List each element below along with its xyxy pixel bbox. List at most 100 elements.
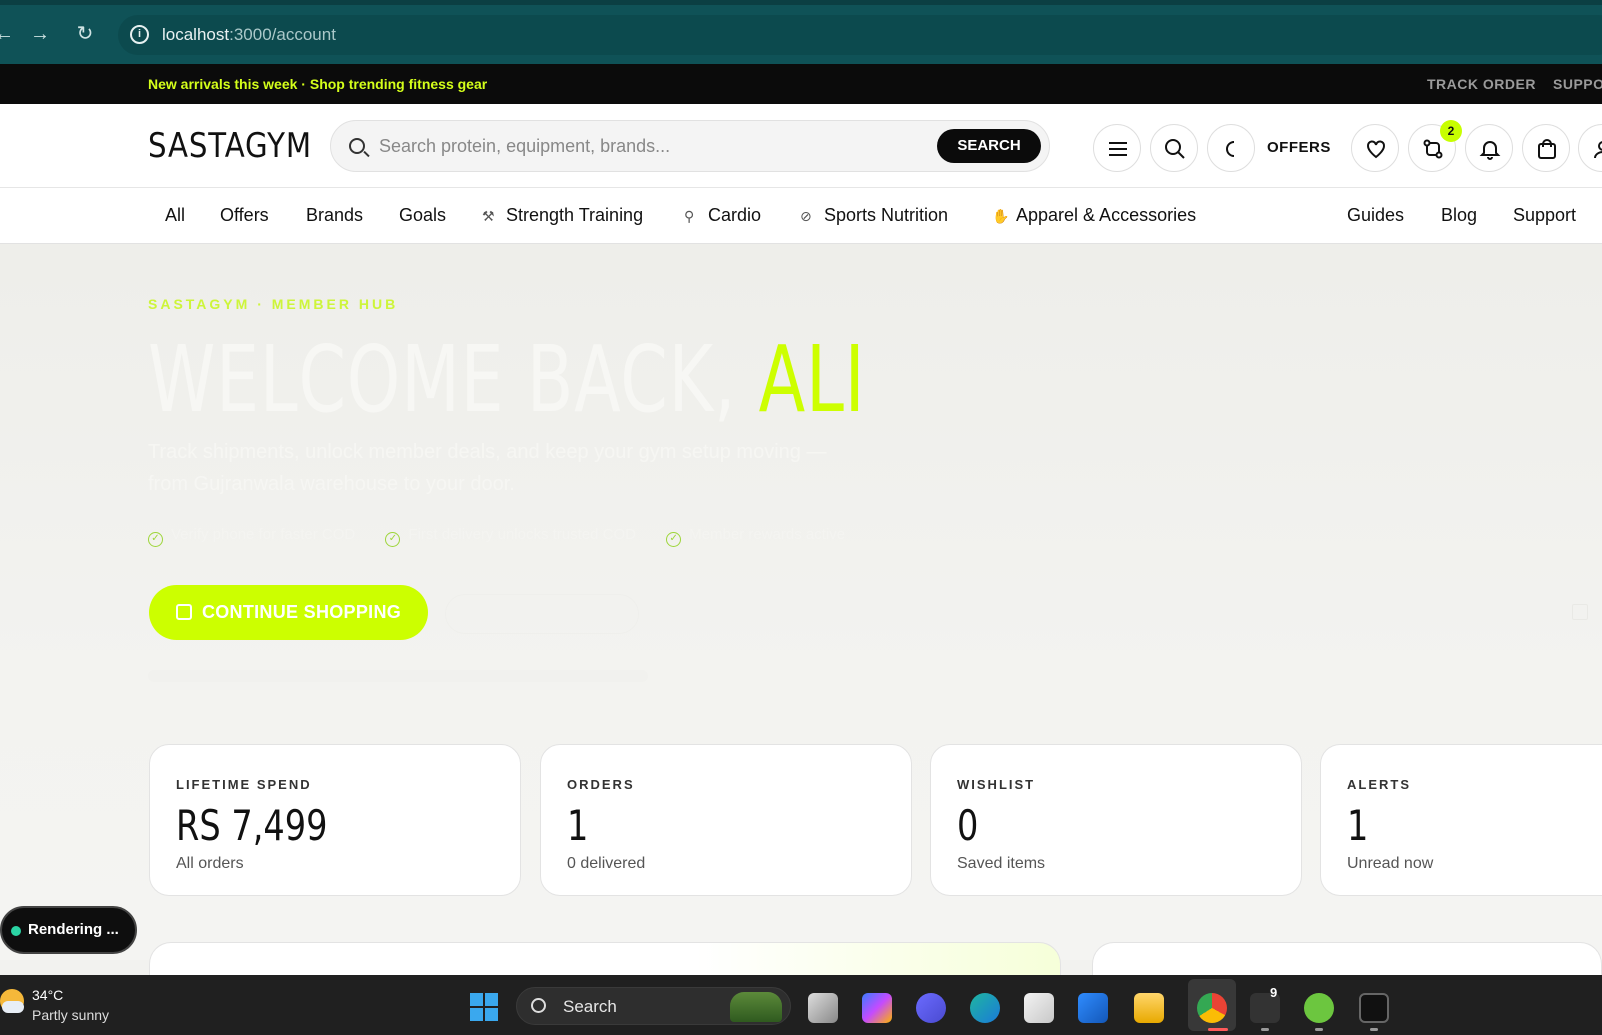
task-view-icon[interactable]	[808, 993, 838, 1023]
store-icon[interactable]	[1024, 993, 1054, 1023]
back-icon[interactable]: ←	[0, 22, 16, 46]
search-button[interactable]: SEARCH	[937, 129, 1041, 163]
announcement-bar: New arrivals this week · Shop trending f…	[0, 64, 1602, 104]
theme-toggle-button[interactable]	[1207, 124, 1255, 172]
nav-cardio[interactable]: ⚲ Cardio	[684, 205, 761, 226]
stat-sub: Unread now	[1347, 855, 1434, 872]
search-toggle-button[interactable]	[1150, 124, 1198, 172]
rendering-indicator[interactable]: Rendering ...	[0, 906, 137, 954]
stat-value: 1	[1347, 801, 1369, 850]
notifications-button[interactable]	[1465, 124, 1513, 172]
stat-card-orders[interactable]: ORDERS 1 0 delivered	[540, 744, 912, 896]
nav-all[interactable]: All	[165, 205, 185, 226]
url-path: :3000/account	[229, 25, 336, 44]
compare-badge: 2	[1440, 120, 1462, 142]
edge-icon[interactable]	[970, 993, 1000, 1023]
hero-footnote	[148, 670, 648, 682]
bell-icon	[1479, 141, 1501, 160]
benefit-label: Member rewards active	[689, 526, 846, 543]
nav-blog[interactable]: Blog	[1441, 205, 1477, 226]
running-indicator	[1370, 1028, 1378, 1031]
cloud-icon	[2, 1001, 24, 1013]
running-indicator	[1315, 1028, 1323, 1031]
promo-text[interactable]: New arrivals this week · Shop trending f…	[148, 76, 487, 92]
tab-strip	[0, 0, 1602, 5]
benefit-label: Verify phone for faster COD	[171, 526, 356, 543]
bag-icon	[1538, 139, 1556, 159]
status-dot	[11, 926, 21, 936]
outlook-icon[interactable]	[1078, 993, 1108, 1023]
benefit-label: First delivery unlocks trusted COD	[408, 526, 636, 543]
benefit-list: ✓ Verify phone for faster COD ✓ First deli…	[148, 526, 871, 547]
nav-label: Cardio	[708, 205, 762, 225]
running-indicator	[1208, 1028, 1228, 1031]
hero-eyebrow: SASTAGYM · MEMBER HUB	[148, 296, 399, 312]
moon-icon	[1226, 141, 1235, 157]
dumbbell-icon: ⚒	[482, 208, 495, 224]
account-button[interactable]	[1578, 124, 1602, 172]
windows-taskbar: 34°C Partly sunny Search 9	[0, 975, 1602, 1035]
welcome-heading: WELCOME BACK, ALI	[148, 326, 865, 433]
track-order-link[interactable]: TRACK ORDER	[1427, 76, 1536, 92]
bag-icon	[175, 604, 192, 620]
logo[interactable]: SASTAGYM	[148, 126, 312, 166]
stat-card-wishlist[interactable]: WISHLIST 0 Saved items	[930, 744, 1302, 896]
copilot-icon[interactable]	[862, 993, 892, 1023]
address-bar[interactable]: i localhost:3000/account	[118, 15, 1602, 55]
nav-support[interactable]: Support	[1513, 205, 1576, 226]
nav-sports-nutrition[interactable]: ⊘ Sports Nutrition	[800, 205, 948, 226]
search-icon	[349, 138, 365, 154]
nav-goals[interactable]: Goals	[399, 205, 446, 226]
nav-strength-training[interactable]: ⚒ Strength Training	[482, 205, 643, 226]
chrome-icon[interactable]	[1197, 993, 1227, 1023]
category-nav: All Offers Brands Goals ⚒ Strength Traini…	[0, 188, 1602, 244]
terminal-icon[interactable]	[1359, 993, 1389, 1023]
taskbar-search[interactable]: Search	[516, 987, 791, 1025]
check-icon: ✓	[385, 532, 401, 547]
stat-value: 1	[567, 801, 589, 850]
file-explorer-icon[interactable]	[1134, 993, 1164, 1023]
stat-label: WISHLIST	[957, 777, 1036, 792]
offers-link[interactable]: OFFERS	[1267, 139, 1331, 156]
stat-card-alerts[interactable]: ALERTS 1 Unread now	[1320, 744, 1602, 896]
running-indicator	[1261, 1028, 1269, 1031]
weather-condition[interactable]: Partly sunny	[32, 1007, 109, 1023]
nav-offers[interactable]: Offers	[220, 205, 269, 226]
user-icon	[1594, 141, 1602, 159]
cart-button[interactable]	[1522, 124, 1570, 172]
teams-icon[interactable]	[916, 993, 946, 1023]
utorrent-icon[interactable]	[1304, 993, 1334, 1023]
taskbar-search-label: Search	[563, 997, 617, 1016]
search-input[interactable]	[379, 133, 919, 159]
check-icon: ✓	[666, 532, 682, 547]
url-text[interactable]: localhost:3000/account	[162, 25, 336, 45]
continue-shopping-button[interactable]: CONTINUE SHOPPING	[149, 585, 428, 640]
search-icon	[531, 998, 546, 1013]
nav-brands[interactable]: Brands	[306, 205, 363, 226]
welcome-text: WELCOME BACK,	[148, 326, 737, 433]
nav-label: Apparel & Accessories	[1016, 205, 1197, 225]
support-link[interactable]: SUPPO	[1553, 76, 1602, 92]
forward-icon[interactable]: →	[28, 22, 52, 46]
site-info-icon[interactable]: i	[130, 25, 149, 44]
heart-icon	[1367, 140, 1385, 159]
stat-sub: Saved items	[957, 855, 1046, 872]
menu-button[interactable]	[1093, 124, 1141, 172]
reload-icon[interactable]: ↻	[73, 22, 97, 46]
hand-icon: ✋	[992, 208, 1010, 224]
nav-apparel[interactable]: ✋ Apparel & Accessories	[992, 205, 1196, 226]
url-host: localhost	[162, 25, 230, 44]
secondary-button[interactable]	[445, 594, 639, 634]
hero-subtitle: Track shipments, unlock member deals, an…	[148, 441, 827, 495]
bike-icon: ⚲	[684, 208, 695, 224]
wishlist-button[interactable]	[1351, 124, 1399, 172]
browser-toolbar: ← → ↻ i localhost:3000/account	[0, 0, 1602, 64]
stat-label: ORDERS	[567, 777, 635, 792]
search-bar: SEARCH	[330, 120, 1050, 172]
windows-start-icon[interactable]	[470, 993, 498, 1021]
menu-icon	[1109, 142, 1127, 156]
nav-guides[interactable]: Guides	[1347, 205, 1404, 226]
app-badge-count: 9	[1270, 985, 1278, 1000]
logout-icon[interactable]	[1572, 604, 1588, 620]
weather-temp[interactable]: 34°C	[32, 987, 63, 1003]
